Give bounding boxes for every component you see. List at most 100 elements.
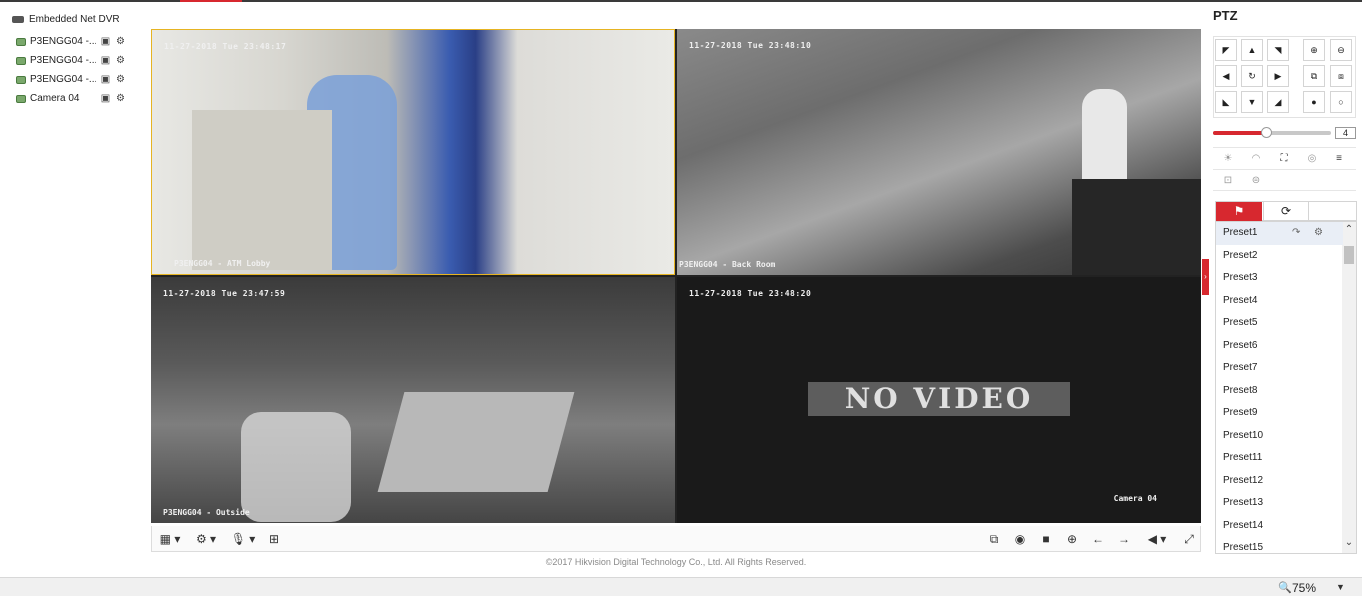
stop-all-icon[interactable]: ⧉ <box>985 531 1003 547</box>
menu-icon[interactable]: ≡ <box>1330 151 1348 167</box>
auto-focus-icon[interactable]: ⛶ <box>1275 151 1293 167</box>
focus-near-button[interactable]: ⧉ <box>1303 65 1325 87</box>
stream-settings-icon[interactable]: ⚙ <box>115 56 126 66</box>
preset-item[interactable]: Preset6 <box>1216 335 1343 358</box>
start-preview-icon[interactable]: ▣ <box>100 56 111 66</box>
call-preset-icon[interactable]: ↷ <box>1292 222 1300 245</box>
next-page-icon[interactable]: → <box>1115 531 1133 547</box>
preset-item[interactable]: Preset15 <box>1216 537 1343 553</box>
zoom-icon: 🔍 <box>1278 582 1292 594</box>
zoom-out-button[interactable]: ⊖ <box>1330 39 1352 61</box>
copyright-text: ©2017 Hikvision Digital Technology Co., … <box>545 557 807 567</box>
preset-label: Preset7 <box>1223 362 1258 373</box>
iris-close-button[interactable]: ○ <box>1330 91 1352 113</box>
fullscreen-icon[interactable]: ⤢ <box>1180 531 1198 547</box>
tile-camera-name: Camera 04 <box>1113 494 1157 503</box>
pan-up-right-button[interactable]: ◥ <box>1267 39 1289 61</box>
preset-item[interactable]: Preset11 <box>1216 447 1343 470</box>
preset-item[interactable]: Preset8 <box>1216 380 1343 403</box>
preset-item[interactable]: Preset10 <box>1216 425 1343 448</box>
stream-type-icon[interactable]: ⚙ ▾ <box>192 531 220 547</box>
ptz-speed-value: 4 <box>1335 127 1356 139</box>
tab-patrol[interactable]: ⟳ <box>1263 202 1309 221</box>
preset-label: Preset6 <box>1223 339 1258 351</box>
ptz-direction-pad: ◤ ▲ ◥ ⊕ ⊖ ◀ ↻ ▶ ⧉ ⧈ ◣ ▼ ◢ ● ○ <box>1213 36 1356 118</box>
focus-far-button[interactable]: ⧈ <box>1330 65 1352 87</box>
preset-item[interactable]: Preset4 <box>1216 290 1343 313</box>
previous-page-icon[interactable]: ← <box>1089 531 1107 547</box>
zoom-dropdown-icon[interactable]: ▼ <box>1336 582 1345 592</box>
pan-down-right-button[interactable]: ◢ <box>1267 91 1289 113</box>
collapse-panel-toggle[interactable]: › <box>1202 259 1209 295</box>
video-tile-4[interactable]: 11-27-2018 Tue 23:48:20 NO VIDEO Camera … <box>677 277 1201 523</box>
preset-scrollbar[interactable]: ⌃ ⌄ <box>1342 222 1356 553</box>
preset-item[interactable]: Preset3 <box>1216 267 1343 290</box>
ptz-title: PTZ <box>1213 8 1238 23</box>
volume-icon[interactable]: ◀ ▾ <box>1143 531 1171 547</box>
stream-settings-icon[interactable]: ⚙ <box>115 94 126 104</box>
pan-right-button[interactable]: ▶ <box>1267 65 1289 87</box>
playback-icon[interactable]: ⊞ <box>265 531 283 547</box>
tab-preset[interactable]: ⚑ <box>1216 202 1262 221</box>
stream-settings-icon[interactable]: ⚙ <box>115 37 126 47</box>
tree-item-camera-3[interactable]: P3ENGG04 -... ▣ ⚙ <box>12 70 142 89</box>
pan-down-left-button[interactable]: ◣ <box>1215 91 1237 113</box>
iris-open-button[interactable]: ● <box>1303 91 1325 113</box>
tree-item-camera-2[interactable]: P3ENGG04 -... ▣ ⚙ <box>12 51 142 70</box>
camera-icon <box>16 94 26 103</box>
scroll-down-icon[interactable]: ⌄ <box>1342 537 1356 551</box>
zoom-level[interactable]: 75% <box>1292 581 1316 595</box>
lens-init-icon[interactable]: ◎ <box>1303 151 1321 167</box>
capture-icon[interactable]: ◉ <box>1011 531 1029 547</box>
camera-label: Camera 04 <box>30 93 80 104</box>
record-icon[interactable]: ■ <box>1037 531 1055 547</box>
pan-up-button[interactable]: ▲ <box>1241 39 1263 61</box>
ptz-speed-slider[interactable] <box>1213 127 1331 138</box>
camera-icon <box>16 56 26 65</box>
video-tile-1[interactable]: 11-27-2018 Tue 23:48:17 P3ENGG04 - ATM L… <box>151 29 675 275</box>
digital-zoom-icon[interactable]: ⊕ <box>1063 531 1081 547</box>
ptz-speed-knob[interactable] <box>1261 127 1273 138</box>
light-icon[interactable]: ☀ <box>1219 151 1237 167</box>
preset-label: Preset14 <box>1223 519 1264 531</box>
preset-item[interactable]: Preset7 <box>1216 357 1343 380</box>
wiper-icon[interactable]: ◠ <box>1247 151 1265 167</box>
preset-item[interactable]: Preset12 <box>1216 470 1343 493</box>
preset-item[interactable]: Preset1 ↷ ⚙ <box>1216 222 1343 245</box>
camera-label: P3ENGG04 -... <box>30 74 96 85</box>
video-grid: 11-27-2018 Tue 23:48:17 P3ENGG04 - ATM L… <box>151 29 1201 523</box>
start-preview-icon[interactable]: ▣ <box>100 75 111 85</box>
start-preview-icon[interactable]: ▣ <box>100 94 111 104</box>
ptz-function-row-2: ⊡ ⊜ <box>1213 169 1356 191</box>
scroll-up-icon[interactable]: ⌃ <box>1342 224 1356 238</box>
video-tile-3[interactable]: 11-27-2018 Tue 23:47:59 P3ENGG04 - Outsi… <box>151 277 675 523</box>
set-preset-icon[interactable]: ⚙ <box>1314 222 1323 245</box>
start-preview-icon[interactable]: ▣ <box>100 37 111 47</box>
scroll-thumb[interactable] <box>1344 246 1354 264</box>
microphone-icon[interactable]: 🎙 ▾ <box>229 531 257 547</box>
tab-pattern[interactable] <box>1310 202 1356 221</box>
pan-up-left-button[interactable]: ◤ <box>1215 39 1237 61</box>
tree-item-camera-1[interactable]: P3ENGG04 -... ▣ ⚙ <box>12 32 142 51</box>
camera-label: P3ENGG04 -... <box>30 36 96 47</box>
camera-label: P3ENGG04 -... <box>30 55 96 66</box>
window-layout-icon[interactable]: ▦ ▾ <box>156 531 184 547</box>
tile-camera-name: P3ENGG04 - ATM Lobby <box>174 259 271 268</box>
preset-label: Preset11 <box>1223 452 1263 463</box>
preset-item[interactable]: Preset13 <box>1216 492 1343 515</box>
stream-settings-icon[interactable]: ⚙ <box>115 75 126 85</box>
preset-item[interactable]: Preset5 <box>1216 312 1343 335</box>
zoom-in-button[interactable]: ⊕ <box>1303 39 1325 61</box>
camera-icon <box>16 37 26 46</box>
tree-root-dvr[interactable]: Embedded Net DVR <box>12 10 142 28</box>
tree-item-camera-4[interactable]: Camera 04 ▣ ⚙ <box>12 89 142 108</box>
3d-zoom-icon[interactable]: ⊜ <box>1247 173 1265 189</box>
preset-item[interactable]: Preset9 <box>1216 402 1343 425</box>
video-tile-2[interactable]: 11-27-2018 Tue 23:48:10 P3ENGG04 - Back … <box>677 29 1201 275</box>
pan-left-button[interactable]: ◀ <box>1215 65 1237 87</box>
auto-pan-button[interactable]: ↻ <box>1241 65 1263 87</box>
preset-item[interactable]: Preset14 <box>1216 515 1343 538</box>
pan-down-button[interactable]: ▼ <box>1241 91 1263 113</box>
manual-tracking-icon[interactable]: ⊡ <box>1219 173 1237 189</box>
preset-item[interactable]: Preset2 <box>1216 245 1343 268</box>
